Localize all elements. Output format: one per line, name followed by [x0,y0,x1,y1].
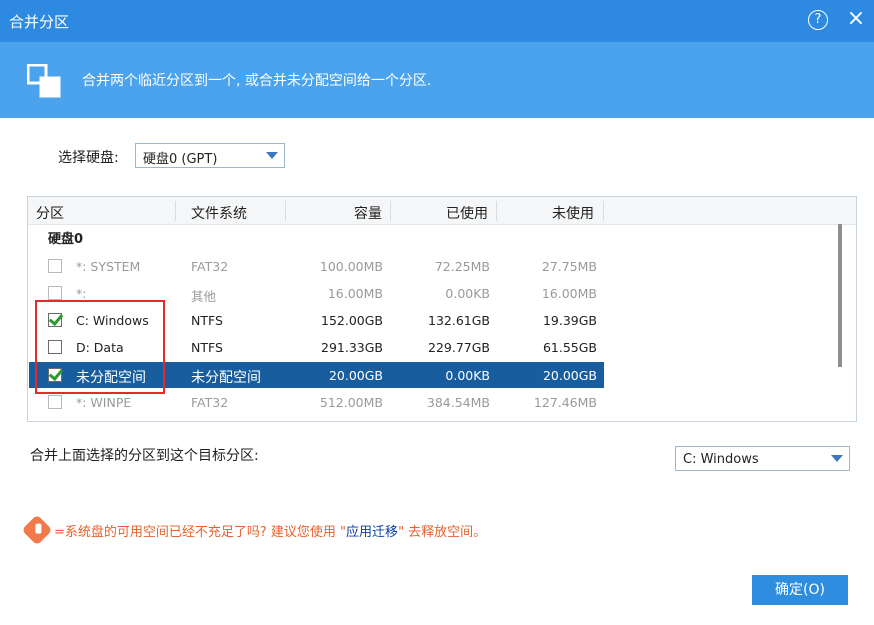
cell-filesystem: 其他 [191,289,217,304]
target-partition-dropdown[interactable]: C: Windows [675,446,850,471]
table-row[interactable]: 未分配空间 未分配空间 20.00GB 0.00KB 20.00GB [29,362,604,388]
merge-partitions-icon [27,64,61,98]
chevron-down-icon [266,152,278,159]
cell-unused: 16.00MB [541,286,597,301]
cell-used: 0.00KB [445,368,490,383]
table-row: *: 其他 16.00MB 0.00KB 16.00MB [29,280,604,306]
cell-capacity: 152.00GB [321,313,383,328]
header-capacity[interactable]: 容量 [290,203,382,223]
table-row: *: SYSTEM FAT32 100.00MB 72.25MB 27.75MB [29,253,604,279]
warning-badge-icon [21,514,53,546]
cell-filesystem: 未分配空间 [191,370,261,386]
table-header: 分区 文件系统 容量 已使用 未使用 [28,197,856,225]
cell-partition: *: WINPE [76,395,132,410]
cell-partition: 未分配空间 [76,370,146,386]
help-button[interactable]: ? [808,10,828,30]
cell-partition: D: Data [76,340,124,355]
banner-description: 合并两个临近分区到一个, 或合并未分配空间给一个分区. [82,73,432,89]
row-checkbox [48,259,62,273]
header-used[interactable]: 已使用 [395,203,488,223]
cell-partition: *: [76,286,87,301]
column-divider[interactable] [175,201,176,221]
ok-button[interactable]: 确定(O) [752,575,848,605]
chevron-down-icon [831,455,843,462]
cell-unused: 27.75MB [541,259,597,274]
disk-group-label: 硬盘0 [48,232,84,247]
cell-capacity: 100.00MB [319,259,383,274]
table-scrollbar[interactable] [838,224,842,367]
column-divider[interactable] [285,201,286,221]
title-bar: 合并分区 ? × [0,0,874,42]
header-partition[interactable]: 分区 [36,203,64,223]
cell-filesystem: NTFS [191,340,223,355]
cell-capacity: 16.00MB [327,286,383,301]
cell-unused: 127.46MB [533,395,597,410]
target-partition-value: C: Windows [683,452,759,467]
app-migration-link[interactable]: 应用迁移 [346,525,398,540]
cell-capacity: 20.00GB [328,368,383,383]
header-unused[interactable]: 未使用 [501,203,594,223]
table-row[interactable]: D: Data NTFS 291.33GB 229.77GB 61.55GB [29,334,604,360]
table-row: *: WINPE FAT32 512.00MB 384.54MB 127.46M… [29,389,604,415]
disk-select-value: 硬盘0 (GPT) [143,152,218,167]
cell-filesystem: FAT32 [191,395,229,410]
cell-filesystem: FAT32 [191,259,229,274]
column-divider[interactable] [496,201,497,221]
cell-filesystem: NTFS [191,313,223,328]
cell-used: 0.00KB [445,286,490,301]
row-checkbox [48,286,62,300]
window-title: 合并分区 [9,13,70,31]
cell-capacity: 291.33GB [321,340,383,355]
cell-used: 384.54MB [426,395,490,410]
disk-select-label: 选择硬盘: [58,150,119,166]
cell-unused: 61.55GB [542,340,597,355]
cell-partition: C: Windows [76,313,149,328]
partition-table: 分区 文件系统 容量 已使用 未使用 硬盘0 *: SYSTEM FAT32 1… [27,196,857,422]
low-space-tip: =系统盘的可用空间已经不充足了吗? 建议您使用 "应用迁移" 去释放空间。 [21,514,487,546]
info-banner: 合并两个临近分区到一个, 或合并未分配空间给一个分区. [0,42,874,118]
column-divider[interactable] [603,201,604,221]
close-button[interactable]: × [846,6,866,32]
table-row[interactable]: C: Windows NTFS 152.00GB 132.61GB 19.39G… [29,307,604,333]
header-filesystem[interactable]: 文件系统 [191,203,247,223]
target-partition-label: 合并上面选择的分区到这个目标分区: [30,448,259,464]
row-checkbox[interactable] [48,340,62,354]
row-checkbox [48,395,62,409]
tip-text-before: =系统盘的可用空间已经不充足了吗? 建议您使用 " [54,525,347,540]
cell-partition: *: SYSTEM [76,259,141,274]
cell-used: 72.25MB [434,259,490,274]
row-checkbox[interactable] [48,368,62,382]
cell-used: 132.61GB [428,313,490,328]
row-checkbox[interactable] [48,313,62,327]
disk-select-dropdown[interactable]: 硬盘0 (GPT) [135,143,285,168]
tip-text-after: " 去释放空间。 [398,525,487,540]
cell-used: 229.77GB [428,340,490,355]
cell-capacity: 512.00MB [319,395,383,410]
cell-unused: 19.39GB [542,313,597,328]
column-divider[interactable] [390,201,391,221]
cell-unused: 20.00GB [542,368,597,383]
